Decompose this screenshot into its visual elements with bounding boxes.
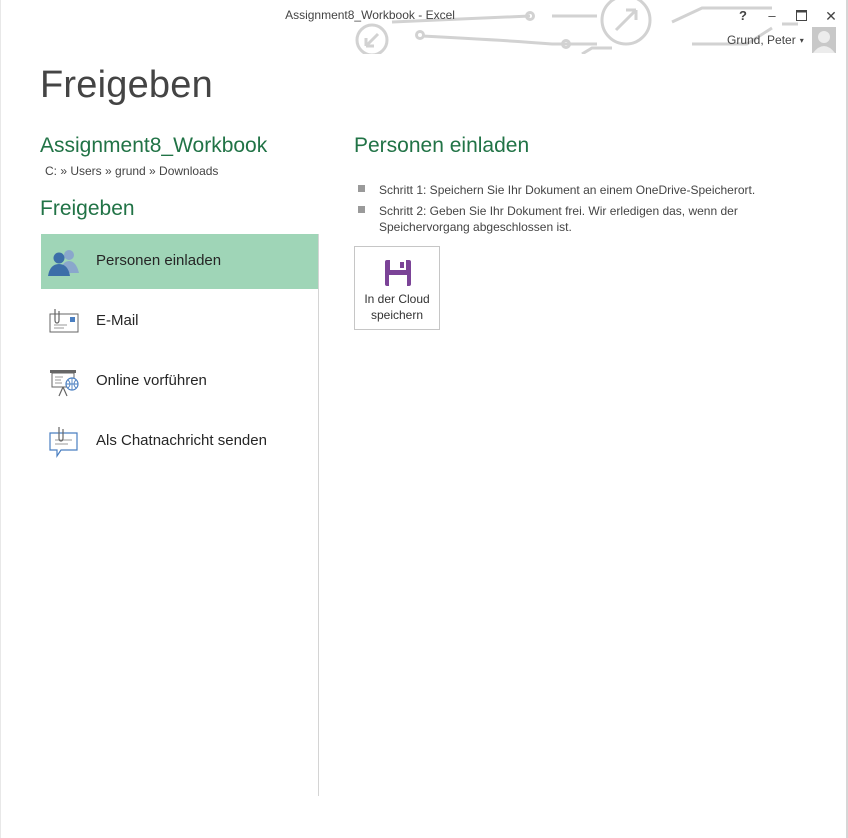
share-section-title: Freigeben: [40, 197, 135, 220]
avatar[interactable]: [812, 27, 836, 53]
save-to-cloud-label-line1: In der Cloud: [364, 292, 430, 306]
bullet-icon: [358, 206, 365, 213]
share-option-invite-people[interactable]: Personen einladen: [41, 234, 318, 289]
share-option-email[interactable]: E-Mail: [41, 294, 318, 349]
save-to-cloud-label-line2: speichern: [370, 308, 424, 322]
email-attachment-icon: [49, 309, 79, 333]
window-border-left: [0, 0, 1, 838]
page-title: Freigeben: [40, 64, 213, 106]
floppy-disk-icon: [385, 260, 411, 286]
close-button[interactable]: ✕: [820, 6, 842, 26]
share-option-label: Personen einladen: [96, 252, 222, 269]
step-text: Schritt 1: Speichern Sie Ihr Dokument an…: [379, 183, 756, 197]
help-button[interactable]: ?: [732, 6, 754, 26]
window-title: Assignment8_Workbook - Excel: [285, 8, 455, 22]
document-name: Assignment8_Workbook: [40, 134, 268, 157]
maximize-icon: [795, 10, 807, 21]
step-text: Schritt 2: Geben Sie Ihr Dokument frei. …: [379, 204, 738, 234]
document-path: C: » Users » grund » Downloads: [45, 164, 219, 178]
list-item: Schritt 1: Speichern Sie Ihr Dokument an…: [358, 182, 778, 198]
save-to-cloud-button[interactable]: In der Cloud speichern: [354, 246, 440, 330]
detail-title: Personen einladen: [354, 134, 530, 157]
share-option-present-online[interactable]: Online vorführen: [41, 354, 318, 409]
user-name: Grund, Peter: [727, 33, 796, 47]
present-online-icon: [50, 370, 79, 397]
save-to-cloud-label: In der Cloud speichern: [355, 291, 439, 323]
share-option-label: Als Chatnachricht senden: [96, 432, 267, 449]
title-bar: Assignment8_Workbook - Excel ? – ✕ Grund…: [0, 0, 848, 54]
chevron-down-icon: ▾: [799, 36, 804, 46]
invite-people-icon: [48, 250, 79, 276]
maximize-button[interactable]: [790, 6, 812, 26]
column-divider: [318, 234, 319, 796]
minimize-button[interactable]: –: [761, 6, 783, 26]
share-option-label: E-Mail: [96, 312, 139, 329]
chat-message-icon: [49, 427, 78, 458]
steps-list: Schritt 1: Speichern Sie Ihr Dokument an…: [358, 182, 778, 240]
list-item: Schritt 2: Geben Sie Ihr Dokument frei. …: [358, 203, 778, 235]
bullet-icon: [358, 185, 365, 192]
share-options-list: Personen einladen E-Mail Online vorführe…: [41, 234, 318, 474]
share-option-label: Online vorführen: [96, 372, 207, 389]
user-silhouette-icon: [813, 31, 835, 53]
user-account[interactable]: Grund, Peter ▾: [727, 33, 804, 47]
share-option-send-as-chat[interactable]: Als Chatnachricht senden: [41, 414, 318, 469]
